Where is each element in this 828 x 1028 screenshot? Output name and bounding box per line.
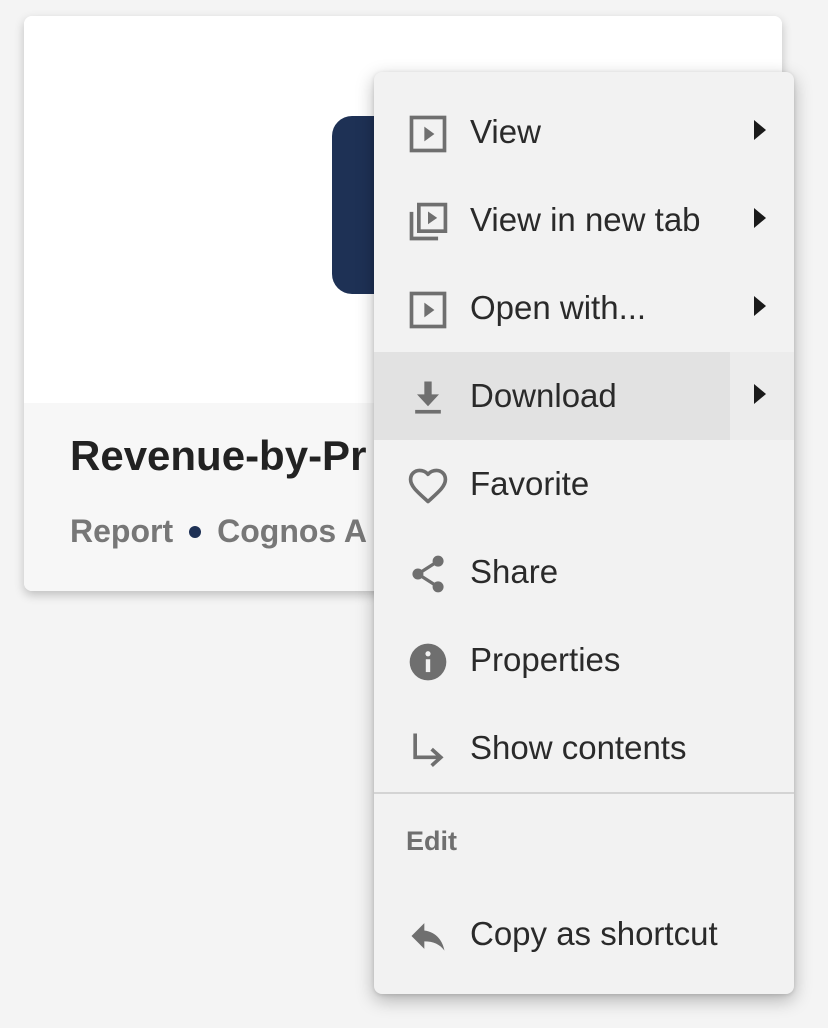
share-icon xyxy=(406,552,450,596)
menu-divider xyxy=(374,792,794,794)
submenu-trigger[interactable] xyxy=(730,88,794,176)
card-type: Report xyxy=(70,513,174,549)
menu-item-label: Properties xyxy=(470,641,621,678)
submenu-trigger[interactable] xyxy=(730,352,794,440)
caret-right-icon xyxy=(754,208,766,228)
card-title[interactable]: Revenue-by-Pr xyxy=(70,432,366,479)
menu-item-label: View in new tab xyxy=(470,201,701,238)
caret-right-icon xyxy=(754,384,766,404)
heart-outline-icon xyxy=(406,464,450,508)
subdirectory-arrow-icon xyxy=(406,728,450,772)
menu-item-label: Favorite xyxy=(470,465,590,502)
card-meta: Report Cognos A xyxy=(70,513,367,550)
meta-separator-dot xyxy=(189,525,202,538)
menu-item-view[interactable]: View xyxy=(374,88,794,176)
submenu-trigger[interactable] xyxy=(730,264,794,352)
menu-item-label: Share xyxy=(470,553,559,590)
menu-item-properties[interactable]: Properties xyxy=(374,616,794,704)
menu-item-view-in-new-tab[interactable]: View in new tab xyxy=(374,176,794,264)
menu-item-open-with[interactable]: Open with... xyxy=(374,264,794,352)
menu-item-show-contents[interactable]: Show contents xyxy=(374,704,794,792)
menu-section-label-edit: Edit xyxy=(406,826,457,856)
caret-right-icon xyxy=(754,296,766,316)
info-icon xyxy=(406,640,450,684)
menu-item-label: View xyxy=(470,113,541,150)
caret-right-icon xyxy=(754,120,766,140)
play-box-icon xyxy=(406,112,450,156)
menu-item-share[interactable]: Share xyxy=(374,528,794,616)
menu-item-download[interactable]: Download xyxy=(374,352,794,440)
menu-item-label: Show contents xyxy=(470,729,687,766)
context-menu: View View in new tab Open with... Downlo… xyxy=(374,72,794,994)
menu-item-label: Open with... xyxy=(470,289,647,326)
menu-item-favorite[interactable]: Favorite xyxy=(374,440,794,528)
menu-item-label: Download xyxy=(470,377,617,414)
reply-icon xyxy=(406,914,450,958)
play-box-multiple-icon xyxy=(406,200,450,244)
play-box-icon xyxy=(406,288,450,332)
submenu-trigger[interactable] xyxy=(730,176,794,264)
menu-item-label: Copy as shortcut xyxy=(470,915,718,952)
menu-item-copy-as-shortcut[interactable]: Copy as shortcut xyxy=(374,890,794,978)
download-icon xyxy=(406,376,450,420)
card-source: Cognos A xyxy=(217,513,368,549)
